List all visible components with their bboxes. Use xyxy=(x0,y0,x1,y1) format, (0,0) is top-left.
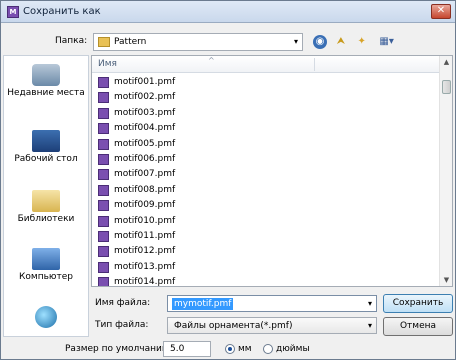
file-name: motif005.pmf xyxy=(114,138,176,149)
pmf-file-icon xyxy=(98,169,109,181)
new-folder-icon[interactable]: ✦ xyxy=(355,35,369,49)
title-bar[interactable]: M Сохранить как ✕ xyxy=(1,1,455,23)
file-name: motif006.pmf xyxy=(114,153,176,164)
place-label: Рабочий стол xyxy=(14,154,78,164)
place-libraries[interactable]: Библиотеки xyxy=(4,190,88,225)
up-folder-icon[interactable]: ⮝ xyxy=(334,35,348,49)
list-item[interactable]: motif010.pmf xyxy=(96,214,436,229)
list-item[interactable]: motif007.pmf xyxy=(96,167,436,182)
list-item[interactable]: motif009.pmf xyxy=(96,198,436,213)
scroll-thumb[interactable] xyxy=(442,80,451,94)
computer-icon xyxy=(32,248,60,270)
list-item[interactable]: motif011.pmf xyxy=(96,229,436,244)
pmf-file-icon xyxy=(98,184,109,196)
file-list[interactable]: Имя ^ motif001.pmf motif002.pmf motif003… xyxy=(91,55,453,287)
pmf-file-icon xyxy=(98,138,109,150)
list-item[interactable]: motif006.pmf xyxy=(96,152,436,167)
column-name-header[interactable]: Имя xyxy=(98,59,117,69)
scroll-down-icon[interactable]: ▼ xyxy=(440,274,452,286)
file-rows: motif001.pmf motif002.pmf motif003.pmf m… xyxy=(96,75,436,287)
file-name: motif012.pmf xyxy=(114,246,176,257)
default-size-label: Размер по умолчанию xyxy=(65,344,170,354)
chevron-down-icon: ▾ xyxy=(367,321,372,330)
sort-ascending-icon: ^ xyxy=(208,56,215,65)
cancel-button[interactable]: Отмена xyxy=(383,317,453,336)
scroll-up-icon[interactable]: ▲ xyxy=(440,56,452,68)
recent-places-icon xyxy=(32,64,60,86)
file-name: motif004.pmf xyxy=(114,123,176,134)
place-label: Библиотеки xyxy=(17,214,75,224)
save-button[interactable]: Сохранить xyxy=(383,294,453,313)
list-item[interactable]: motif002.pmf xyxy=(96,90,436,105)
pmf-file-icon xyxy=(98,123,109,135)
app-icon: M xyxy=(7,6,19,18)
default-size-row: Размер по умолчанию 5.0 мм дюймы xyxy=(1,339,455,359)
chevron-down-icon[interactable]: ▾ xyxy=(368,299,372,308)
pmf-file-icon xyxy=(98,261,109,273)
chevron-down-icon: ▾ xyxy=(293,37,298,46)
pmf-file-icon xyxy=(98,215,109,227)
pmf-file-icon xyxy=(98,246,109,258)
pmf-file-icon xyxy=(98,230,109,242)
folder-label: Папка: xyxy=(55,36,88,46)
filename-label: Имя файла: xyxy=(95,298,151,308)
close-button[interactable]: ✕ xyxy=(431,4,451,19)
list-item[interactable]: motif012.pmf xyxy=(96,244,436,259)
filename-field[interactable]: mymotif.pmf ▾ xyxy=(167,295,377,312)
pmf-file-icon xyxy=(98,92,109,104)
view-menu-icon[interactable]: ▦▾ xyxy=(376,35,398,49)
place-label: Недавние места xyxy=(7,88,85,98)
folder-icon xyxy=(98,37,110,47)
file-name: motif014.pmf xyxy=(114,277,176,287)
filetype-select[interactable]: Файлы орнамента(*.pmf) ▾ xyxy=(167,317,377,334)
column-header[interactable]: Имя ^ xyxy=(92,56,440,73)
column-divider[interactable] xyxy=(314,58,315,71)
unit-mm-radio[interactable] xyxy=(225,344,235,354)
folder-select[interactable]: Pattern ▾ xyxy=(93,33,303,51)
list-item[interactable]: motif001.pmf xyxy=(96,75,436,90)
folder-nav-buttons: ◉ ⮝ ✦ ▦▾ xyxy=(313,35,402,51)
pmf-file-icon xyxy=(98,77,109,88)
place-recent[interactable]: Недавние места xyxy=(4,64,88,99)
back-icon[interactable]: ◉ xyxy=(313,35,327,49)
unit-inch-label[interactable]: дюймы xyxy=(276,344,310,354)
file-name: motif001.pmf xyxy=(114,77,176,87)
file-name: motif003.pmf xyxy=(114,107,176,118)
list-item[interactable]: motif004.pmf xyxy=(96,121,436,136)
file-name: motif011.pmf xyxy=(114,230,176,241)
vertical-scrollbar[interactable]: ▲ ▼ xyxy=(439,56,452,286)
pmf-file-icon xyxy=(98,153,109,165)
pmf-file-icon xyxy=(98,200,109,212)
filename-value[interactable]: mymotif.pmf xyxy=(172,298,234,310)
filetype-label: Тип файла: xyxy=(95,320,149,330)
file-name: motif009.pmf xyxy=(114,200,176,211)
list-item[interactable]: motif008.pmf xyxy=(96,183,436,198)
file-name: motif013.pmf xyxy=(114,261,176,272)
desktop-icon xyxy=(32,130,60,152)
libraries-icon xyxy=(32,190,60,212)
folder-row: Папка: Pattern ▾ ◉ ⮝ ✦ ▦▾ xyxy=(1,31,455,53)
window-title: Сохранить как xyxy=(23,6,101,17)
place-computer[interactable]: Компьютер xyxy=(4,248,88,283)
file-name: motif008.pmf xyxy=(114,184,176,195)
place-label: Компьютер xyxy=(19,272,73,282)
file-fields: Имя файла: mymotif.pmf ▾ Тип файла: Файл… xyxy=(1,293,455,336)
file-name: motif007.pmf xyxy=(114,169,176,180)
list-item[interactable]: motif014.pmf xyxy=(96,275,436,287)
pmf-file-icon xyxy=(98,107,109,119)
default-size-input[interactable]: 5.0 xyxy=(163,341,211,357)
filetype-value: Файлы орнамента(*.pmf) xyxy=(174,321,293,331)
unit-inch-radio[interactable] xyxy=(263,344,273,354)
list-item[interactable]: motif005.pmf xyxy=(96,137,436,152)
list-item[interactable]: motif003.pmf xyxy=(96,106,436,121)
save-as-dialog: M Сохранить как ✕ Папка: Pattern ▾ ◉ ⮝ ✦… xyxy=(0,0,456,360)
unit-mm-label[interactable]: мм xyxy=(238,344,252,354)
file-name: motif002.pmf xyxy=(114,92,176,103)
place-desktop[interactable]: Рабочий стол xyxy=(4,130,88,165)
pmf-file-icon xyxy=(98,277,109,286)
folder-name: Pattern xyxy=(114,37,147,47)
file-name: motif010.pmf xyxy=(114,215,176,226)
list-item[interactable]: motif013.pmf xyxy=(96,260,436,275)
